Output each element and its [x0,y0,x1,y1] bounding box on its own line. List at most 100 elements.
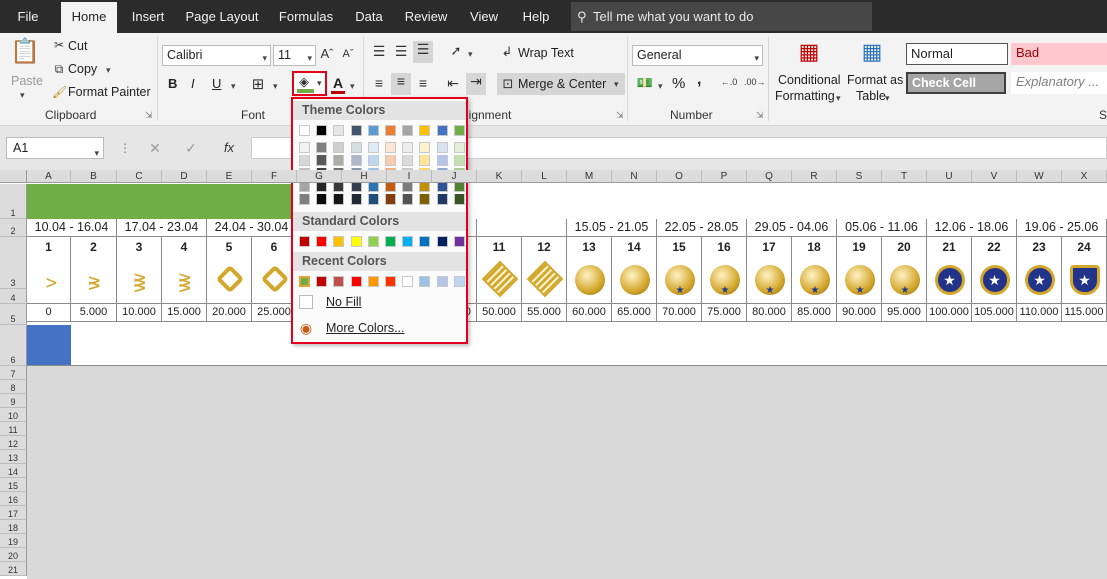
column-header-w[interactable]: W [1017,170,1062,183]
row-header-13[interactable]: 13 [0,450,27,464]
theme-shade-swatch[interactable] [436,142,448,153]
copy-button[interactable]: Copy [68,62,97,76]
selected-cell-a6[interactable] [27,325,71,365]
currency-dropdown-icon[interactable]: ▾ [658,81,663,92]
row-header-14[interactable]: 14 [0,464,27,478]
standard-color-swatch[interactable] [436,236,448,247]
level-number-cell[interactable]: 15 [657,237,702,257]
style-bad[interactable]: Bad [1011,43,1107,65]
conditional-formatting-button[interactable]: Conditional [778,73,841,87]
theme-shade-swatch[interactable] [333,142,345,153]
row-header-10[interactable]: 10 [0,408,27,422]
recent-color-swatch[interactable] [453,276,465,287]
recent-color-swatch[interactable] [367,276,379,287]
column-header-k[interactable]: K [477,170,522,183]
column-header-p[interactable]: P [702,170,747,183]
insert-function-icon[interactable]: fx [220,140,238,155]
theme-shade-swatch[interactable] [350,194,362,205]
date-range-cell[interactable]: 15.05 - 21.05 [567,219,657,237]
copy-dropdown-icon[interactable]: ▾ [106,65,111,76]
theme-color-swatch[interactable] [402,125,414,136]
theme-shade-swatch[interactable] [385,142,396,153]
merge-center-button[interactable]: ⊡ Merge & Center ▾ [497,73,625,95]
theme-color-swatch[interactable] [333,125,345,136]
level-number-cell[interactable]: 21 [927,237,972,257]
recent-color-swatch[interactable] [436,276,448,287]
clipboard-launcher-icon[interactable]: ⇲ [145,110,153,121]
cut-button[interactable]: Cut [68,39,87,53]
name-box[interactable]: A1 ▾ [6,137,104,159]
theme-shade-swatch[interactable] [402,194,414,205]
tab-page-layout[interactable]: Page Layout [180,0,264,33]
column-header-t[interactable]: T [882,170,927,183]
rank-icon-cell[interactable]: ★ [1062,257,1107,304]
paste-button[interactable]: Paste [11,74,43,88]
theme-color-swatch[interactable] [385,125,396,136]
rank-icon-cell[interactable]: ★ [927,257,972,304]
value-cell[interactable]: 90.000 [837,304,882,322]
column-header-n[interactable]: N [612,170,657,183]
column-header-o[interactable]: O [657,170,702,183]
column-header-m[interactable]: M [567,170,612,183]
align-middle-icon[interactable]: ☰ [393,43,409,60]
row-header-20[interactable]: 20 [0,548,27,562]
column-header-x[interactable]: X [1062,170,1107,183]
level-number-cell[interactable]: 14 [612,237,657,257]
rank-icon-cell[interactable]: ★ [882,257,927,304]
row-header-2[interactable]: 2 [0,219,27,237]
row-header-19[interactable]: 19 [0,534,27,548]
font-size-box[interactable]: 11 ▾ [273,45,316,66]
rank-icon-cell[interactable]: ˄ [27,257,71,304]
column-header-g[interactable]: G [297,170,342,183]
value-cell[interactable]: 110.000 [1017,304,1062,322]
rank-icon-cell[interactable] [612,257,657,304]
level-number-cell[interactable]: 18 [792,237,837,257]
style-normal[interactable]: Normal [906,43,1008,65]
rank-icon-cell[interactable] [522,257,567,304]
theme-shade-swatch[interactable] [402,155,414,166]
rank-icon-cell[interactable]: ★ [747,257,792,304]
theme-shade-swatch[interactable] [299,194,310,205]
row-header-15[interactable]: 15 [0,478,27,492]
enter-check-icon[interactable]: ✓ [184,140,198,157]
align-right-icon[interactable]: ≡ [415,75,431,91]
conditional-formatting-label2[interactable]: Formatting [775,89,835,103]
more-colors-option[interactable]: More Colors... [326,321,405,335]
tab-view[interactable]: View [462,0,506,33]
underline-button[interactable]: U [212,76,221,91]
column-header-q[interactable]: Q [747,170,792,183]
underline-dropdown-icon[interactable]: ▾ [231,81,236,92]
theme-color-swatch[interactable] [367,125,379,136]
bold-button[interactable]: B [168,76,177,91]
value-cell[interactable]: 0 [27,304,71,322]
theme-shade-swatch[interactable] [453,194,465,205]
rank-icon-cell[interactable]: ★ [972,257,1017,304]
tell-me-search[interactable]: ⚲ Tell me what you want to do [571,2,872,31]
level-number-cell[interactable]: 12 [522,237,567,257]
column-header-f[interactable]: F [252,170,297,183]
row-header-17[interactable]: 17 [0,506,27,520]
theme-color-swatch[interactable] [299,125,310,136]
row-header-1[interactable]: 1 [0,184,27,219]
tab-insert[interactable]: Insert [124,0,172,33]
value-cell[interactable]: 55.000 [522,304,567,322]
recent-color-swatch[interactable] [350,276,362,287]
date-range-cell[interactable]: 29.05 - 04.06 [747,219,837,237]
theme-shade-swatch[interactable] [367,142,379,153]
theme-shade-swatch[interactable] [316,142,328,153]
conditional-dropdown-icon[interactable]: ▾ [836,93,841,104]
theme-shade-swatch[interactable] [419,142,431,153]
currency-icon[interactable]: 💵 [636,75,654,91]
value-cell[interactable]: 10.000 [117,304,162,322]
theme-shade-swatch[interactable] [299,155,310,166]
date-range-cell[interactable]: 10.04 - 16.04 [27,219,117,237]
increase-font-size-icon[interactable]: Aˆ [320,46,334,61]
row-header-3[interactable]: 3 [0,237,27,289]
standard-color-swatch[interactable] [333,236,345,247]
column-header-d[interactable]: D [162,170,207,183]
level-number-cell[interactable]: 19 [837,237,882,257]
rank-icon-cell[interactable] [477,257,522,304]
rank-icon-cell[interactable]: ∧∧ [71,257,117,304]
merged-header-cell[interactable] [27,184,300,219]
row-header-8[interactable]: 8 [0,380,27,394]
